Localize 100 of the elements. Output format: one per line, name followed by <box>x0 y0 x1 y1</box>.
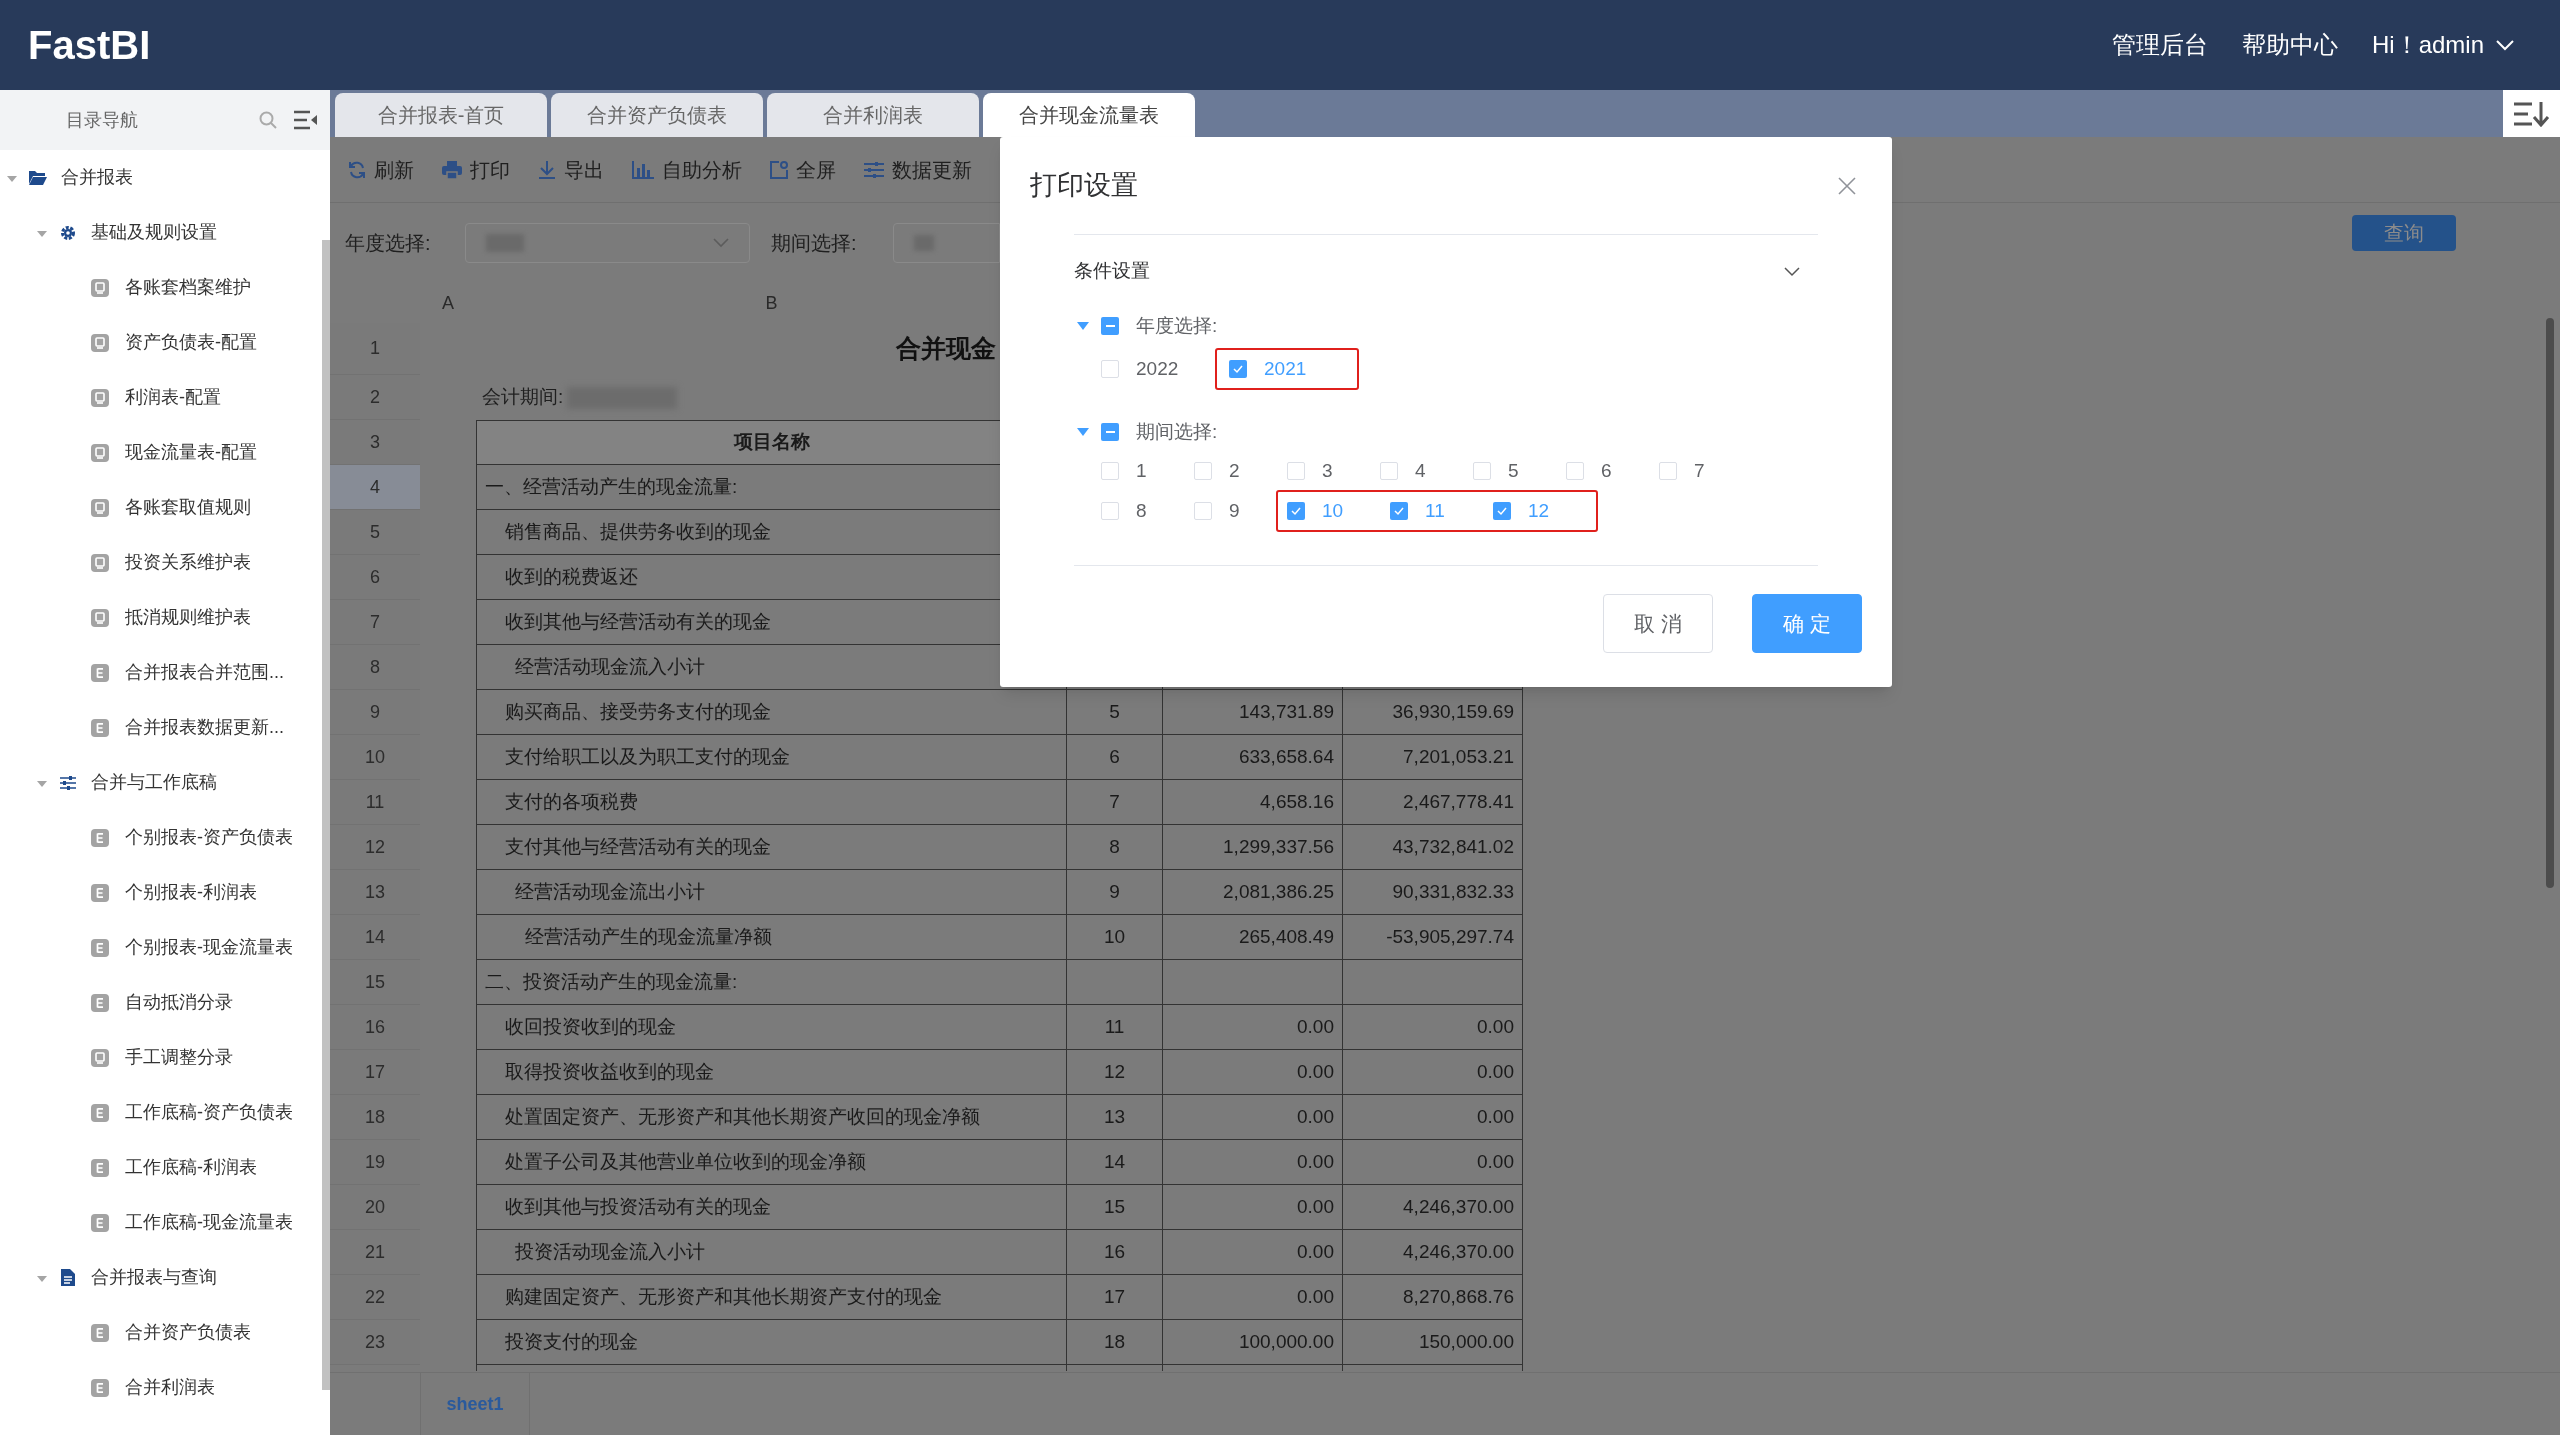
tree-item[interactable]: 资产负债表-配置 <box>0 315 320 370</box>
nav-link[interactable]: 帮助中心 <box>2241 27 2338 63</box>
toolbar-button[interactable]: 自助分析 <box>632 154 742 185</box>
table-cell: 0.00 <box>1163 1230 1343 1275</box>
monitor-icon <box>91 498 109 517</box>
tab[interactable]: 合并资产负债表 <box>551 93 763 137</box>
tree-item[interactable]: 合并报表 <box>0 150 320 205</box>
table-cell: 取得投资收益收到的现金 <box>476 1050 1067 1095</box>
tree-item[interactable]: 各账套档案维护 <box>0 260 320 315</box>
option-label[interactable]: 9 <box>1229 496 1240 526</box>
select-field[interactable] <box>465 223 750 263</box>
scrollbar-thumb[interactable] <box>322 240 330 1390</box>
dash-icon <box>1105 431 1115 433</box>
tree-item[interactable]: 投资关系维护表 <box>0 535 320 590</box>
tab[interactable]: 合并报表-首页 <box>335 93 547 137</box>
table-cell: 16 <box>1067 1230 1163 1275</box>
collapse-header[interactable]: 条件设置 <box>1074 235 1818 307</box>
gear-icon <box>60 224 76 241</box>
checkbox[interactable] <box>1229 360 1247 378</box>
tree-item[interactable]: 基础及规则设置 <box>0 205 320 260</box>
checkbox[interactable] <box>1101 462 1119 480</box>
tree-item[interactable]: 个别报表-现金流量表 <box>0 920 320 975</box>
table-cell: 收回投资收到的现金 <box>476 1005 1067 1050</box>
tab[interactable]: 合并现金流量表 <box>983 93 1195 137</box>
option-label[interactable]: 8 <box>1136 496 1147 526</box>
checkbox[interactable] <box>1101 317 1119 335</box>
letter-tile-icon <box>91 883 109 902</box>
checkbox[interactable] <box>1101 423 1119 441</box>
letter-tile-icon <box>91 663 109 682</box>
user-menu[interactable]: Hi！admin <box>2371 27 2514 63</box>
tab[interactable]: 合并利润表 <box>767 93 979 137</box>
tree-item[interactable]: 手工调整分录 <box>0 1030 320 1085</box>
option-label[interactable]: 7 <box>1694 456 1705 486</box>
row-number[interactable]: 4 <box>330 465 420 510</box>
checkbox[interactable] <box>1287 462 1305 480</box>
checkbox[interactable] <box>1380 462 1398 480</box>
checkbox[interactable] <box>1287 502 1305 520</box>
tree-item[interactable]: 抵消规则维护表 <box>0 590 320 645</box>
tree-item[interactable]: 合并报表合并范围... <box>0 645 320 700</box>
table-cell: 0.00 <box>1343 1140 1523 1185</box>
table-cell: -53,905,297.74 <box>1343 915 1523 960</box>
toolbar-button[interactable]: 刷新 <box>348 154 414 185</box>
option-label[interactable]: 1 <box>1136 456 1147 486</box>
cancel-button[interactable]: 取 消 <box>1603 594 1713 653</box>
table-cell: 10 <box>1067 915 1163 960</box>
checkbox[interactable] <box>1566 462 1584 480</box>
checkbox[interactable] <box>1493 502 1511 520</box>
option-label[interactable]: 3 <box>1322 456 1333 486</box>
tree-item[interactable]: 合并利润表 <box>0 1360 320 1415</box>
table-cell: 7,201,053.21 <box>1343 735 1523 780</box>
menu-collapse-icon[interactable] <box>294 110 318 130</box>
checkbox[interactable] <box>1194 462 1212 480</box>
tree-item[interactable]: 现金流量表-配置 <box>0 425 320 480</box>
tree-item[interactable]: 自动抵消分录 <box>0 975 320 1030</box>
tree-item[interactable]: 各账套取值规则 <box>0 480 320 535</box>
select-field[interactable] <box>893 223 1000 263</box>
option-label[interactable]: 4 <box>1415 456 1426 486</box>
expand-icon <box>770 160 788 179</box>
checkbox[interactable] <box>1390 502 1408 520</box>
tree-item[interactable]: 工作底稿-现金流量表 <box>0 1195 320 1250</box>
monitor-icon <box>91 553 109 572</box>
tree-item[interactable]: 合并与工作底稿 <box>0 755 320 810</box>
table-cell: 4,658.16 <box>1163 780 1343 825</box>
tree-item[interactable]: 合并报表与查询 <box>0 1250 320 1305</box>
table-cell: 经营活动现金流出小计 <box>476 870 1067 915</box>
toolbar-button[interactable]: 数据更新 <box>864 154 972 185</box>
checkbox[interactable] <box>1659 462 1677 480</box>
group-label: 期间选择: <box>1136 419 1218 444</box>
tree-item[interactable]: 合并资产负债表 <box>0 1305 320 1360</box>
table-cell: 4,246,370.00 <box>1343 1230 1523 1275</box>
monitor-icon <box>91 1048 109 1067</box>
option-label[interactable]: 2 <box>1229 456 1240 486</box>
checkbox[interactable] <box>1101 360 1119 378</box>
table-cell: 6 <box>1067 735 1163 780</box>
tree-item[interactable]: 个别报表-资产负债表 <box>0 810 320 865</box>
caret-down-icon[interactable] <box>1076 321 1090 331</box>
scrollbar-thumb[interactable] <box>2546 318 2554 888</box>
tree-item[interactable]: 利润表-配置 <box>0 370 320 425</box>
folder-icon <box>29 170 47 185</box>
checkbox[interactable] <box>1473 462 1491 480</box>
nav-link[interactable]: 管理后台 <box>2111 27 2208 63</box>
tree-item[interactable]: 工作底稿-利润表 <box>0 1140 320 1195</box>
table-cell: 0.00 <box>1163 1275 1343 1320</box>
tree-item[interactable]: 合并报表数据更新... <box>0 700 320 755</box>
checkbox[interactable] <box>1194 502 1212 520</box>
toolbar-button[interactable]: 全屏 <box>770 154 836 185</box>
option-label[interactable]: 2022 <box>1136 354 1179 384</box>
caret-down-icon[interactable] <box>1076 427 1090 437</box>
option-label[interactable]: 5 <box>1508 456 1519 486</box>
tree-item[interactable]: 工作底稿-资产负债表 <box>0 1085 320 1140</box>
letter-tile-icon <box>91 1103 109 1122</box>
search-icon[interactable] <box>258 110 278 130</box>
tree-item[interactable]: 个别报表-利润表 <box>0 865 320 920</box>
option-label[interactable]: 6 <box>1601 456 1612 486</box>
toolbar-button[interactable]: 导出 <box>538 154 604 185</box>
close-icon[interactable] <box>1838 176 1856 195</box>
sort-button[interactable] <box>2503 90 2560 137</box>
checkbox[interactable] <box>1101 502 1119 520</box>
table-cell: 8,270,868.76 <box>1343 1275 1523 1320</box>
toolbar-button[interactable]: 打印 <box>442 154 510 185</box>
